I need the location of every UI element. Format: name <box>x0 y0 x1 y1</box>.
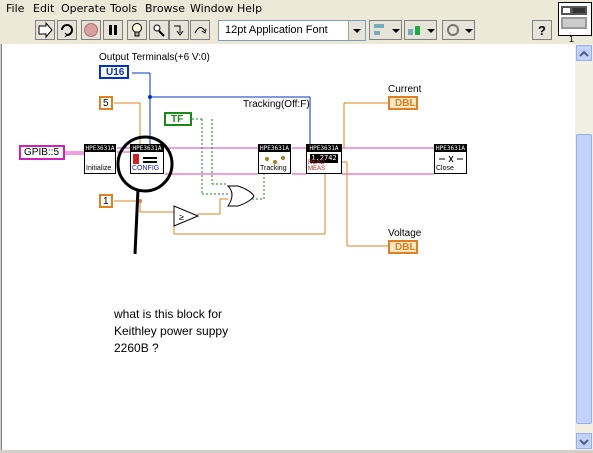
close-subvi[interactable]: HPE3631A Close <box>434 144 467 174</box>
stop-sign-icon <box>84 23 98 37</box>
output-terminals-label: Output Terminals(+6 V:0) <box>99 52 210 63</box>
font-select-value: 12pt Application Font <box>225 24 328 36</box>
distribute-objects-icon <box>408 26 435 35</box>
tracking-subvi-caption: Tracking <box>260 165 287 172</box>
close-subvi-header: HPE3631A <box>435 145 466 152</box>
retain-wire-values-button[interactable] <box>149 20 169 40</box>
annotation-line-3: 2260B ? <box>114 341 159 355</box>
read-measurement-subvi-caption: READ MEAS <box>308 160 326 172</box>
chevron-down-icon <box>348 21 365 40</box>
tracking-subvi[interactable]: HPE3631A Tracking <box>258 144 291 174</box>
pause-icon <box>109 25 117 35</box>
distribute-objects-button[interactable] <box>404 20 437 40</box>
scrollbar-thumb[interactable] <box>576 134 592 424</box>
annotation-text: what is this block for Keithley power su… <box>114 306 228 357</box>
read-measurement-subvi-header: HPE3631A <box>307 145 341 152</box>
lightbulb-icon <box>132 23 142 37</box>
run-continuously-icon <box>61 24 73 38</box>
vi-icon-pane: 1 <box>555 0 593 44</box>
scroll-up-button[interactable] <box>576 45 592 61</box>
greater-or-equal-glyph: ≥ <box>179 212 184 222</box>
current-label: Current <box>388 84 422 95</box>
tracking-label: Tracking(Off:F) <box>243 99 310 110</box>
close-subvi-caption: Close <box>436 165 454 172</box>
boolean-wire <box>192 118 265 200</box>
help-icon: ? <box>538 23 546 38</box>
toolbar: 12pt Application Font ? <box>0 17 555 44</box>
read-measurement-subvi[interactable]: HPE3631A 1.2742 READ MEAS <box>306 144 342 174</box>
vi-number: 1 <box>569 34 575 44</box>
annotation-line-1: what is this block for <box>114 307 223 321</box>
menu-window[interactable]: Window <box>190 2 233 15</box>
vertical-scrollbar[interactable] <box>575 44 593 450</box>
step-into-icon <box>174 25 184 36</box>
u16-wire-junction <box>148 95 152 99</box>
menu-file[interactable]: File <box>6 2 24 15</box>
labview-vi-icon <box>561 6 587 29</box>
menu-bar: File Edit Operate Tools Browse Window He… <box>0 0 593 17</box>
config-subvi-caption: CONFIG <box>132 165 160 172</box>
voltage-indicator[interactable]: DBL <box>388 240 418 254</box>
annotation-pointer-line <box>133 188 140 255</box>
menu-operate[interactable]: Operate <box>61 2 106 15</box>
config-subvi-header: HPE3631A <box>131 145 163 152</box>
reorder-icon <box>447 24 473 36</box>
scroll-down-button[interactable] <box>576 433 592 449</box>
pause-button[interactable] <box>103 20 123 40</box>
annotation-line-2: Keithley power suppy <box>114 324 229 338</box>
initialize-subvi-caption: Initialize <box>86 165 112 172</box>
align-objects-button[interactable] <box>369 20 402 40</box>
menu-edit[interactable]: Edit <box>33 2 54 15</box>
menu-browse[interactable]: Browse <box>145 2 185 15</box>
reorder-button[interactable] <box>442 20 475 40</box>
u16-constant[interactable]: U16 <box>99 65 129 79</box>
step-into-button[interactable] <box>169 20 189 40</box>
or-gate-icon <box>226 185 255 207</box>
initialize-subvi[interactable]: HPE3631A Initialize <box>84 144 116 174</box>
abort-button[interactable] <box>81 20 101 40</box>
run-button[interactable] <box>35 20 55 40</box>
menu-help[interactable]: Help <box>237 2 262 15</box>
voltage-label: Voltage <box>388 228 422 239</box>
probe-icon <box>153 24 165 37</box>
initialize-subvi-header: HPE3631A <box>85 145 115 152</box>
chevron-up-icon <box>579 50 589 57</box>
current-indicator[interactable]: DBL <box>388 96 418 110</box>
boolean-constant[interactable]: TF <box>164 112 192 126</box>
config-subvi[interactable]: HPE3631A CONFIG <box>130 144 164 174</box>
step-over-icon <box>194 27 207 34</box>
font-select[interactable]: 12pt Application Font <box>218 20 366 41</box>
menu-tools[interactable]: Tools <box>110 2 137 15</box>
vi-icon[interactable] <box>558 2 592 36</box>
block-diagram: ≥ Output Terminals(+6 V:0) U16 5 1 GPIB:… <box>1 44 576 450</box>
align-objects-icon <box>374 24 400 35</box>
constant-5[interactable]: 5 <box>99 96 113 110</box>
chevron-down-icon <box>579 439 589 446</box>
constant-1[interactable]: 1 <box>99 194 113 208</box>
tracking-subvi-header: HPE3631A <box>259 145 290 152</box>
run-continuously-button[interactable] <box>57 20 77 40</box>
context-help-button[interactable]: ? <box>532 20 552 40</box>
step-over-button[interactable] <box>190 20 210 40</box>
highlight-execution-button[interactable] <box>127 20 147 40</box>
svg-text:?: ? <box>538 23 546 38</box>
gpib-resource-constant[interactable]: GPIB::5 <box>19 145 65 160</box>
greater-or-equal-icon <box>173 205 200 227</box>
run-arrow-icon <box>38 21 53 39</box>
